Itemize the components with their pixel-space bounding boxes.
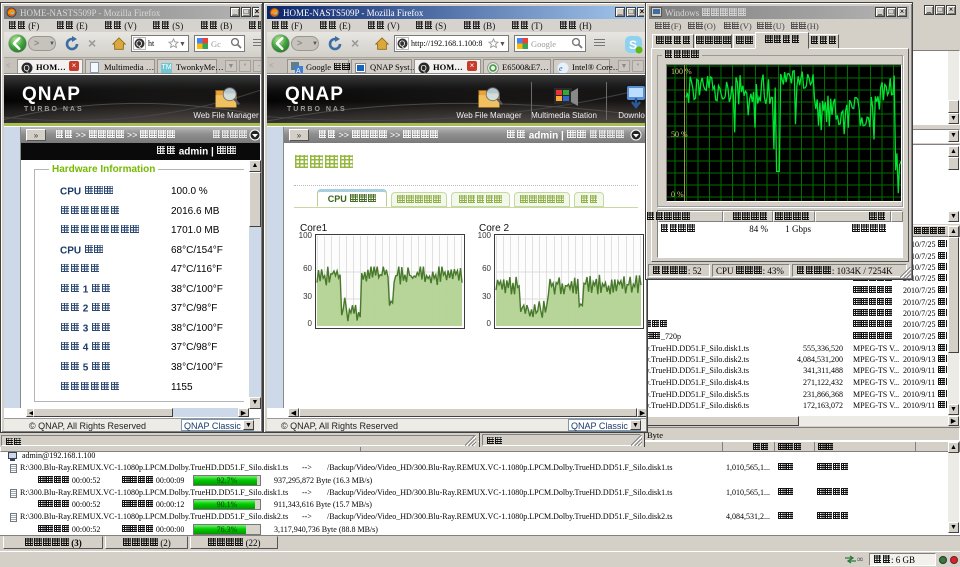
svg-text:Q: Q xyxy=(136,40,142,49)
svg-text:Q: Q xyxy=(24,64,30,73)
svg-text:Q: Q xyxy=(421,64,427,73)
svg-text:e: e xyxy=(559,64,563,73)
svg-text:Q: Q xyxy=(399,40,405,49)
